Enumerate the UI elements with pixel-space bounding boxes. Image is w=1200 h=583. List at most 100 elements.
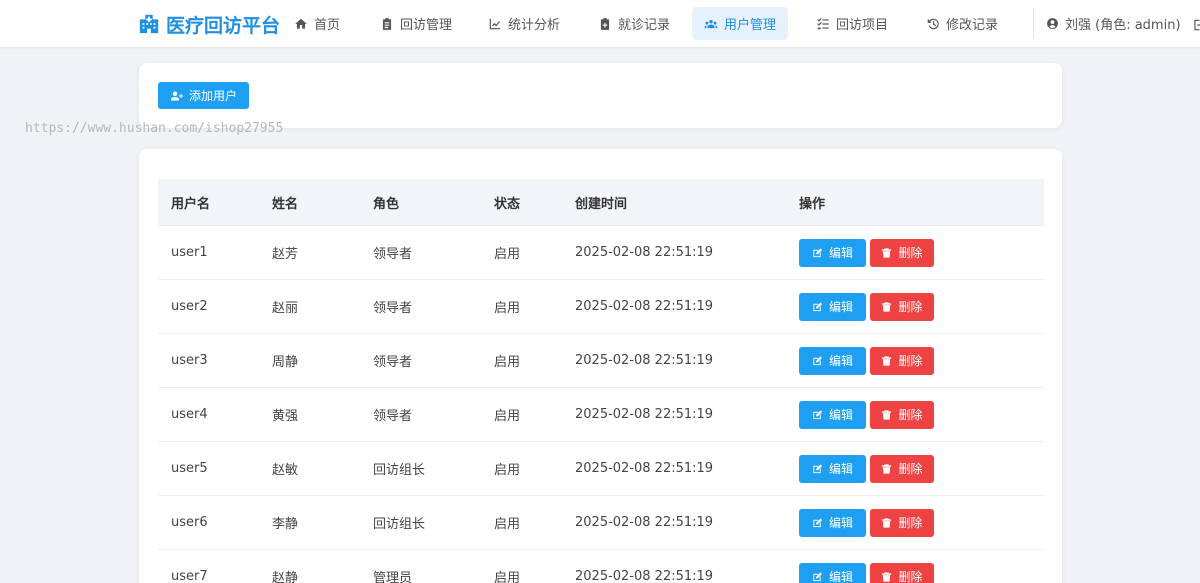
cell-status: 启用 <box>494 517 521 532</box>
trash-icon <box>882 355 892 366</box>
user-circle-icon <box>1047 18 1058 29</box>
cell-status: 启用 <box>494 463 521 478</box>
edit-button[interactable]: 编辑 <box>799 238 866 267</box>
delete-label: 删除 <box>898 516 923 530</box>
edit-button[interactable]: 编辑 <box>799 346 866 375</box>
delete-button[interactable]: 删除 <box>870 562 934 583</box>
table-row: user2 赵丽 领导者 启用 2025-02-08 22:51:19 编辑 删… <box>158 279 1044 333</box>
cell-name: 赵芳 <box>272 247 299 262</box>
cell-username: user4 <box>171 407 208 422</box>
cell-status: 启用 <box>494 571 521 583</box>
delete-label: 删除 <box>898 246 923 260</box>
cell-name: 赵敏 <box>272 463 299 478</box>
delete-button[interactable]: 删除 <box>870 400 934 429</box>
delete-button[interactable]: 删除 <box>870 292 934 321</box>
home-icon <box>295 18 307 29</box>
medical-record-icon <box>600 17 610 30</box>
column-header-created: 创建时间 <box>575 196 628 212</box>
delete-label: 删除 <box>898 354 923 368</box>
nav-item-label: 首页 <box>314 18 341 33</box>
delete-label: 删除 <box>898 570 923 583</box>
delete-button[interactable]: 删除 <box>870 238 934 267</box>
watermark-text: https://www.hushan.com/ishop27955 <box>25 121 284 136</box>
cell-role: 回访组长 <box>373 463 426 478</box>
edit-icon <box>813 409 823 419</box>
cell-status: 启用 <box>494 301 521 316</box>
delete-label: 删除 <box>898 300 923 314</box>
delete-label: 删除 <box>898 462 923 476</box>
brand[interactable]: 医疗回访平台 <box>138 11 280 37</box>
cell-username: user6 <box>171 515 208 530</box>
table-row: user5 赵敏 回访组长 启用 2025-02-08 22:51:19 编辑 … <box>158 441 1044 495</box>
cell-username: user2 <box>171 299 208 314</box>
nav-item-followup[interactable]: 回访管理 <box>368 7 464 40</box>
table-row: user6 李静 回访组长 启用 2025-02-08 22:51:19 编辑 … <box>158 495 1044 549</box>
cell-actions: 编辑 删除 <box>799 238 934 267</box>
trash-icon <box>882 247 892 258</box>
edit-icon <box>813 463 823 473</box>
edit-button[interactable]: 编辑 <box>799 508 866 537</box>
add-user-label: 添加用户 <box>188 89 237 103</box>
list-check-icon <box>817 17 829 29</box>
edit-button[interactable]: 编辑 <box>799 454 866 483</box>
delete-button[interactable]: 删除 <box>870 508 934 537</box>
nav-item-home[interactable]: 首页 <box>282 7 352 40</box>
table-body: user1 赵芳 领导者 启用 2025-02-08 22:51:19 编辑 删… <box>158 225 1044 583</box>
cell-actions: 编辑 删除 <box>799 292 934 321</box>
edit-button[interactable]: 编辑 <box>799 292 866 321</box>
cell-role: 领导者 <box>373 247 413 262</box>
table-header: 用户名 姓名 角色 状态 创建时间 操作 <box>158 179 1044 225</box>
cell-name: 赵静 <box>272 571 299 583</box>
nav-item-followup-items[interactable]: 回访项目 <box>804 7 900 40</box>
cell-actions: 编辑 删除 <box>799 508 934 537</box>
edit-icon <box>813 571 823 581</box>
cell-status: 启用 <box>494 247 521 262</box>
delete-button[interactable]: 删除 <box>870 454 934 483</box>
edit-icon <box>813 301 823 311</box>
cell-actions: 编辑 删除 <box>799 454 934 483</box>
nav-item-label: 就诊记录 <box>618 18 671 33</box>
clipboard-icon <box>382 17 392 30</box>
cell-created: 2025-02-08 22:51:19 <box>575 515 714 530</box>
column-header-role: 角色 <box>373 196 400 212</box>
users-icon <box>704 19 718 28</box>
cell-created: 2025-02-08 22:51:19 <box>575 299 714 314</box>
history-icon <box>927 18 939 29</box>
edit-label: 编辑 <box>828 570 853 583</box>
cell-actions: 编辑 删除 <box>799 346 934 375</box>
cell-status: 启用 <box>494 355 521 370</box>
nav-item-change-log[interactable]: 修改记录 <box>914 7 1010 40</box>
table-row: user1 赵芳 领导者 启用 2025-02-08 22:51:19 编辑 删… <box>158 225 1044 279</box>
cell-status: 启用 <box>494 409 521 424</box>
nav-item-records[interactable]: 就诊记录 <box>586 7 682 40</box>
add-user-button[interactable]: 添加用户 <box>158 82 249 109</box>
cell-actions: 编辑 删除 <box>799 400 934 429</box>
cell-created: 2025-02-08 22:51:19 <box>575 407 714 422</box>
logout-icon <box>1194 19 1200 31</box>
cell-created: 2025-02-08 22:51:19 <box>575 353 714 368</box>
current-user[interactable]: 刘强 (角色: admin) <box>1046 7 1181 40</box>
hospital-icon <box>139 14 159 34</box>
current-user-label: 刘强 (角色: admin) <box>1065 18 1181 33</box>
trash-icon <box>882 571 892 582</box>
cell-role: 回访组长 <box>373 517 426 532</box>
table-row: user3 周静 领导者 启用 2025-02-08 22:51:19 编辑 删… <box>158 333 1044 387</box>
trash-icon <box>882 301 892 312</box>
trash-icon <box>882 409 892 420</box>
edit-button[interactable]: 编辑 <box>799 562 866 583</box>
edit-icon <box>813 517 823 527</box>
edit-label: 编辑 <box>828 246 853 260</box>
user-table: 用户名 姓名 角色 状态 创建时间 操作 user1 赵芳 领导者 启用 202… <box>158 179 1044 583</box>
edit-button[interactable]: 编辑 <box>799 400 866 429</box>
nav-item-statistics[interactable]: 统计分析 <box>476 7 572 40</box>
logout-button[interactable] <box>1192 17 1200 31</box>
cell-name: 李静 <box>272 517 299 532</box>
edit-icon <box>813 355 823 365</box>
edit-icon <box>813 247 823 257</box>
cell-username: user5 <box>171 461 208 476</box>
line-chart-icon <box>489 18 501 29</box>
nav-item-user-management[interactable]: 用户管理 <box>692 7 789 40</box>
toolbar-card: 添加用户 <box>139 63 1062 128</box>
delete-button[interactable]: 删除 <box>870 346 934 375</box>
cell-username: user7 <box>171 569 208 583</box>
